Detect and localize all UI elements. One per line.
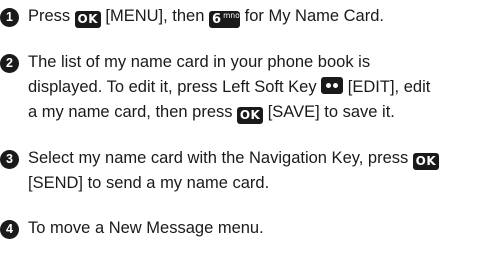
six-key-letters: mno <box>223 11 240 20</box>
step-2-line-3b: [SAVE] to save it. <box>267 103 395 121</box>
step-3-text: Select my name card with the Navigation … <box>28 146 488 196</box>
step-2-line-2a: displayed. To edit it, press Left Soft K… <box>28 78 317 96</box>
step-2-line-3a: a my name card, then press <box>28 103 233 121</box>
six-mno-key-icon: 6 mno <box>209 11 241 28</box>
left-soft-key-icon <box>321 77 344 94</box>
step-number-2: 2 <box>0 54 19 73</box>
step-3-line-2: [SEND] to send a my name card. <box>28 174 270 192</box>
ok-key-icon: OK <box>237 107 264 124</box>
step-3-line-1a: Select my name card with the Navigation … <box>28 149 409 167</box>
step-4-text: To move a New Message menu. <box>28 216 488 241</box>
step-number-3: 3 <box>0 150 19 169</box>
step-1-text-c: for My Name Card. <box>244 7 384 25</box>
step-2-text: The list of my name card in your phone b… <box>28 50 488 125</box>
step-2-line-1: The list of my name card in your phone b… <box>28 53 371 71</box>
ok-key-icon: OK <box>74 11 101 28</box>
step-number-4: 4 <box>0 220 19 239</box>
step-2-line-2b: [EDIT], edit <box>347 78 431 96</box>
six-key-digit: 6 <box>212 12 222 27</box>
step-number-1: 1 <box>0 8 19 27</box>
ok-key-icon: OK <box>412 153 439 170</box>
step-1-text-b: [MENU], then <box>105 7 205 25</box>
step-4-line-1: To move a New Message menu. <box>28 219 264 237</box>
step-1-text: Press OK [MENU], then 6 mno for My Name C… <box>28 4 488 29</box>
step-1-text-a: Press <box>28 7 71 25</box>
